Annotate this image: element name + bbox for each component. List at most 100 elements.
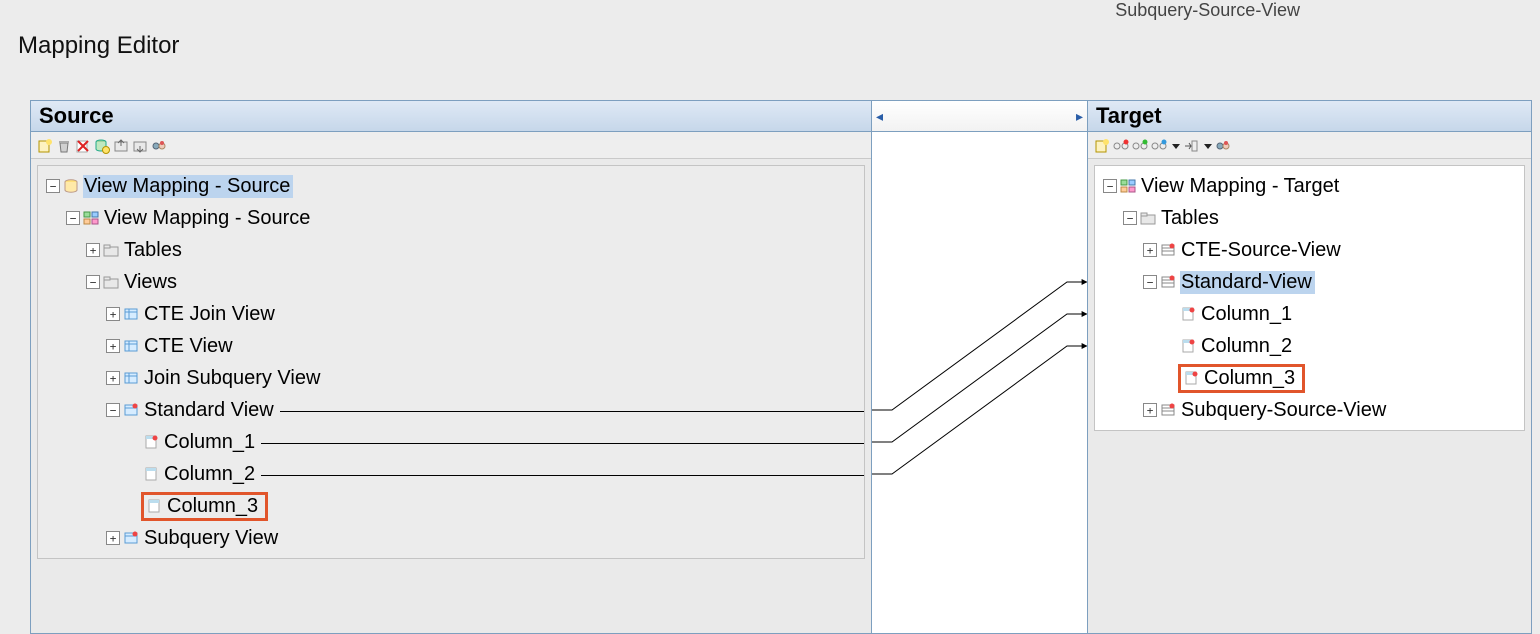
schema-icon xyxy=(83,210,99,226)
tree-node-label[interactable]: Column_2 xyxy=(163,463,258,486)
delete-x-icon[interactable] xyxy=(75,138,91,154)
map-blue-icon[interactable] xyxy=(1151,138,1167,154)
expand-icon[interactable]: + xyxy=(1143,243,1157,257)
tree-node-label[interactable]: Standard View xyxy=(143,399,277,422)
tree-node[interactable]: + Tables xyxy=(38,234,864,266)
tree-node[interactable]: Column_2 xyxy=(1095,330,1524,362)
editor-body: Source −View Mapping - Source−View Mappi… xyxy=(30,100,1532,634)
tree-node[interactable]: − Standard-View xyxy=(1095,266,1524,298)
highlight-box: Column_3 xyxy=(1178,364,1305,393)
map-left-arrow-icon[interactable]: ◂ xyxy=(876,108,883,125)
tbl-red-icon xyxy=(1160,402,1176,418)
tree-node-label[interactable]: Standard-View xyxy=(1180,271,1315,294)
tree-node-label[interactable]: Join Subquery View xyxy=(143,367,323,390)
settings-icon[interactable] xyxy=(151,138,167,154)
tree-node[interactable]: Column_3 xyxy=(1095,362,1524,394)
dropdown-icon[interactable] xyxy=(1172,144,1180,149)
tree-node[interactable]: Column_1 xyxy=(38,426,864,458)
mapping-line xyxy=(261,475,864,476)
collapse-icon[interactable]: − xyxy=(46,179,60,193)
map-red-icon[interactable] xyxy=(1113,138,1129,154)
view-red-icon xyxy=(123,402,139,418)
mapping-lines-body xyxy=(872,132,1087,633)
import-icon[interactable] xyxy=(132,138,148,154)
db-add-icon[interactable] xyxy=(94,138,110,154)
collapse-icon[interactable]: − xyxy=(1143,275,1157,289)
tree-node-label[interactable]: Column_1 xyxy=(163,431,258,454)
tree-node[interactable]: − View Mapping - Target xyxy=(1095,170,1524,202)
expand-icon[interactable]: + xyxy=(1143,403,1157,417)
tree-node[interactable]: Column_2 xyxy=(38,458,864,490)
tree-node-label[interactable]: Tables xyxy=(1160,207,1222,230)
tree-node[interactable]: Column_1 xyxy=(1095,298,1524,330)
settings-icon[interactable] xyxy=(1215,138,1231,154)
tree-node-label[interactable]: Subquery-Source-View xyxy=(1180,399,1389,422)
tree-node[interactable]: + Subquery-Source-View xyxy=(1095,394,1524,426)
tree-node-label[interactable]: Column_1 xyxy=(1200,303,1295,326)
tree-node-label[interactable]: View Mapping - Source xyxy=(103,207,313,230)
target-panel: Target −View Mapping - Target−Tables+CTE… xyxy=(1087,100,1532,634)
collapse-icon[interactable]: − xyxy=(1123,211,1137,225)
target-header: Target xyxy=(1088,101,1531,132)
source-tree[interactable]: −View Mapping - Source−View Mapping - So… xyxy=(37,165,865,559)
view-red-icon xyxy=(123,530,139,546)
tree-node[interactable]: − View Mapping - Source xyxy=(38,170,864,202)
tree-node-label[interactable]: View Mapping - Target xyxy=(1140,175,1342,198)
collapse-icon[interactable]: − xyxy=(106,403,120,417)
dropdown-icon[interactable] xyxy=(1204,144,1212,149)
source-panel: Source −View Mapping - Source−View Mappi… xyxy=(30,100,872,634)
col-red-icon xyxy=(143,434,159,450)
tree-node-label[interactable]: CTE Join View xyxy=(143,303,278,326)
col-red-icon xyxy=(1180,338,1196,354)
tree-node[interactable]: + CTE View xyxy=(38,330,864,362)
mapping-lines-panel: ◂ ▸ xyxy=(872,100,1087,634)
export-icon[interactable] xyxy=(113,138,129,154)
target-toolbar xyxy=(1088,132,1531,159)
map-green-icon[interactable] xyxy=(1132,138,1148,154)
tree-node[interactable]: + Subquery View xyxy=(38,522,864,554)
tree-node-label[interactable]: CTE-Source-View xyxy=(1180,239,1344,262)
remnant-tab-label: Subquery-Source-View xyxy=(1115,0,1300,21)
trash-icon[interactable] xyxy=(56,138,72,154)
tree-node[interactable]: + CTE Join View xyxy=(38,298,864,330)
tree-node[interactable]: Column_3 xyxy=(38,490,864,522)
new-icon[interactable] xyxy=(37,138,53,154)
tree-node-label[interactable]: Tables xyxy=(123,239,185,262)
highlight-box: Column_3 xyxy=(141,492,268,521)
new-icon[interactable] xyxy=(1094,138,1110,154)
tree-node-label[interactable]: CTE View xyxy=(143,335,236,358)
tree-node-label[interactable]: Column_2 xyxy=(1200,335,1295,358)
view-icon xyxy=(123,370,139,386)
folder-icon xyxy=(103,242,119,258)
tree-node[interactable]: − Tables xyxy=(1095,202,1524,234)
tree-node[interactable]: + Join Subquery View xyxy=(38,362,864,394)
expand-icon[interactable]: + xyxy=(106,531,120,545)
mapping-lines-svg xyxy=(872,132,1087,633)
target-tree[interactable]: −View Mapping - Target−Tables+CTE-Source… xyxy=(1094,165,1525,431)
tbl-red-icon xyxy=(1160,242,1176,258)
pick-icon[interactable] xyxy=(1183,138,1199,154)
tree-node[interactable]: − Standard View xyxy=(38,394,864,426)
source-header: Source xyxy=(31,101,871,132)
db-icon xyxy=(63,178,79,194)
collapse-icon[interactable]: − xyxy=(1103,179,1117,193)
tree-node[interactable]: − Views xyxy=(38,266,864,298)
mapping-line xyxy=(280,411,864,412)
map-right-arrow-icon[interactable]: ▸ xyxy=(1076,108,1083,125)
expand-icon[interactable]: + xyxy=(106,307,120,321)
collapse-icon[interactable]: − xyxy=(86,275,100,289)
tree-node[interactable]: + CTE-Source-View xyxy=(1095,234,1524,266)
tree-node-label[interactable]: Column_3 xyxy=(1203,367,1298,389)
expand-icon[interactable]: + xyxy=(106,339,120,353)
tree-node-label[interactable]: View Mapping - Source xyxy=(83,175,293,198)
tree-node[interactable]: − View Mapping - Source xyxy=(38,202,864,234)
expand-icon[interactable]: + xyxy=(86,243,100,257)
col-red-icon xyxy=(1180,306,1196,322)
source-tree-area: −View Mapping - Source−View Mapping - So… xyxy=(31,159,871,633)
collapse-icon[interactable]: − xyxy=(66,211,80,225)
tree-node-label[interactable]: Views xyxy=(123,271,180,294)
tree-node-label[interactable]: Subquery View xyxy=(143,527,281,550)
tree-node-label[interactable]: Column_3 xyxy=(166,495,261,517)
expand-icon[interactable]: + xyxy=(106,371,120,385)
col-icon xyxy=(146,498,162,514)
